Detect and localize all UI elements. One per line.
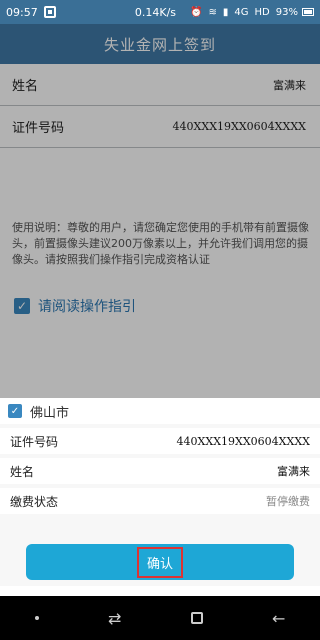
app-bar: 失业金网上签到 [0,24,320,64]
id-row: 证件号码 440XXX19XX0604XXXX [0,106,320,148]
id-label: 证件号码 [12,121,65,136]
sheet-name-label: 姓名 [10,464,35,479]
hd-badge: HD [254,6,270,18]
sheet-status-label: 缴费状态 [10,494,59,509]
name-value: 富满来 [271,74,308,95]
check-icon[interactable]: ✓ [14,298,30,314]
usage-instructions: 使用说明：尊敬的用户，请您确定您使用的手机带有前置摄像头，前置摄像头建议200万… [12,221,309,266]
name-row: 姓名 富满来 [0,64,320,106]
switch-icon[interactable]: ⇄ [108,609,121,628]
status-bar: 09:57 0.14K/s ⏰ ≋ ▮ 4G HD 93% [0,0,320,24]
confirm-label: 确认 [136,546,183,578]
sheet-name-row: 姓名 富满来 [0,458,320,484]
menu-dot-icon[interactable] [34,616,39,620]
city-label: 佛山市 [30,405,70,421]
status-time: 09:57 [6,5,38,19]
check-icon[interactable]: ✓ [8,404,22,418]
id-value: 440XXX19XX0604XXXX [170,118,308,135]
network-speed: 0.14K/s [134,5,177,19]
battery-icon [302,8,314,16]
name-label: 姓名 [12,79,39,94]
sheet-name-value: 富满来 [277,465,310,478]
battery-level: 93% [275,6,298,18]
sheet-id-label: 证件号码 [10,434,59,449]
sheet-status-value: 暂停缴费 [266,495,310,508]
guide-checkbox-row[interactable]: ✓ 请阅读操作指引 [14,296,136,316]
wifi-icon: ≋ [208,6,217,18]
qr-icon [43,6,56,18]
page-title: 失业金网上签到 [103,35,216,54]
guide-link[interactable]: 请阅读操作指引 [38,296,136,316]
signal-icon: ▮ [222,6,229,18]
confirm-button[interactable]: 确认 [26,544,294,580]
confirm-sheet: ✓ 佛山市 证件号码 440XXX19XX0604XXXX 姓名 富满来 缴费状… [0,398,320,586]
sheet-id-row: 证件号码 440XXX19XX0604XXXX [0,428,320,454]
signal-type: 4G [234,6,249,18]
city-header[interactable]: ✓ 佛山市 [0,398,320,424]
back-icon[interactable]: ← [272,609,285,628]
sheet-status-row: 缴费状态 暂停缴费 [0,488,320,514]
sheet-id-value: 440XXX19XX0604XXXX [176,434,310,448]
system-nav-bar: ⇄ ← [0,596,320,640]
alarm-icon: ⏰ [190,6,203,18]
recent-apps-icon[interactable] [190,612,203,624]
